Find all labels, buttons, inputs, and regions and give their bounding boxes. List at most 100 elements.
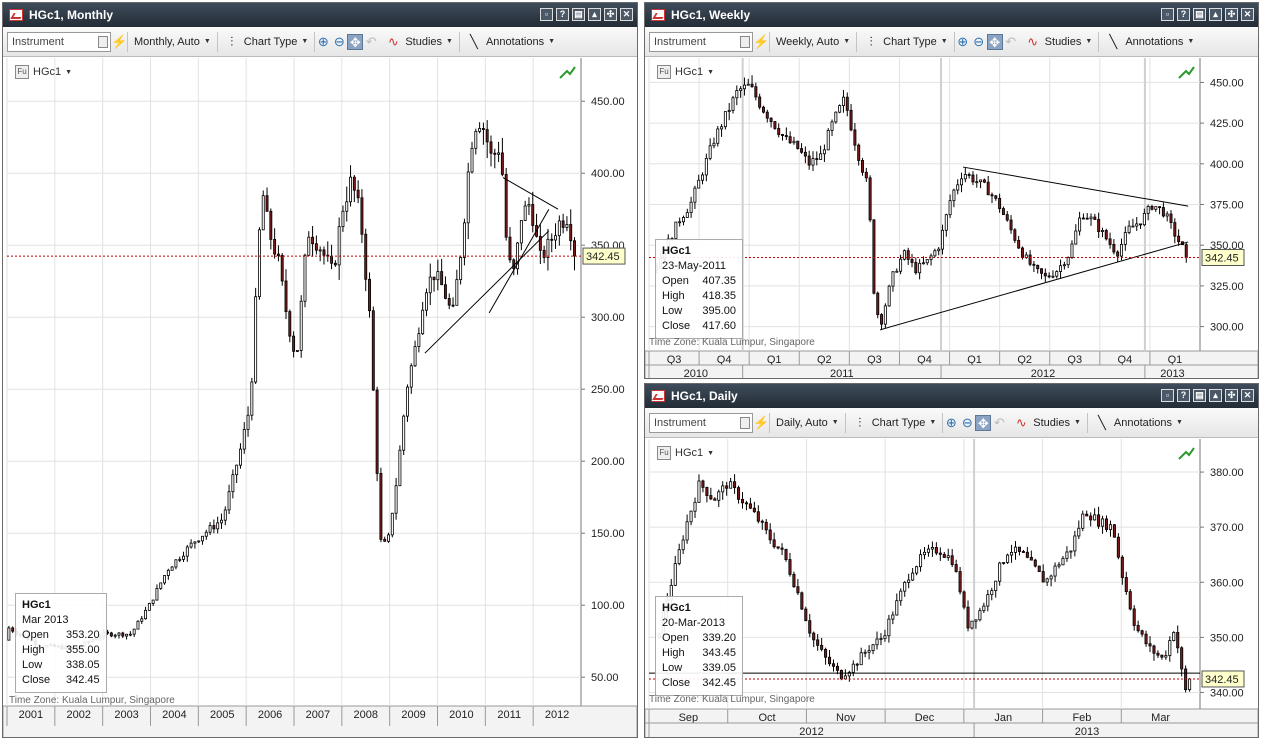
expand-icon[interactable]: ✣ [1225, 8, 1238, 21]
ohlc-info-box: HGc1 23-May-2011 Open 407.35 High 418.35 L… [655, 239, 743, 339]
studies-dropdown[interactable]: ∿ Studies ▼ [1007, 415, 1087, 431]
candle [744, 500, 748, 511]
tile-icon[interactable]: ▤ [1193, 389, 1206, 402]
candle-body [769, 117, 773, 122]
candle-body [1093, 514, 1097, 521]
candle-body [1161, 207, 1165, 217]
instrument-input[interactable]: Instrument [649, 412, 753, 433]
restore-icon[interactable]: ▫ [540, 8, 553, 21]
maximize-icon[interactable]: ▴ [1209, 389, 1222, 402]
interval-dropdown[interactable]: Weekly, Auto ▼ [770, 36, 856, 48]
pan-icon[interactable]: ✥ [347, 33, 364, 50]
candle [966, 600, 970, 632]
candle [792, 136, 796, 145]
annotations-dropdown[interactable]: ╲ Annotations ▼ [460, 34, 561, 50]
candle-body [804, 608, 808, 622]
candle-body [1065, 551, 1069, 559]
candle [299, 295, 303, 358]
chart-type-dropdown[interactable]: ⫶ Chart Type ▼ [218, 34, 315, 50]
candle [918, 258, 922, 280]
restore-icon[interactable]: ▫ [1161, 389, 1174, 402]
timezone-label: Time Zone: Kuala Lumpur, Singapore [9, 695, 175, 706]
pan-icon[interactable]: ✥ [975, 414, 992, 431]
tile-icon[interactable]: ▤ [1193, 8, 1206, 21]
link-tool-icon[interactable]: ⚡ [111, 34, 127, 50]
pan-icon[interactable]: ✥ [986, 33, 1003, 50]
candle [239, 443, 242, 469]
link-tool-icon[interactable]: ⚡ [753, 34, 769, 50]
zoom-in-icon[interactable]: ⊕ [943, 415, 959, 431]
candle [776, 546, 780, 550]
daily-title-bar[interactable]: HGc1, Daily ▫ ? ▤ ▴ ✣ ✕ [645, 384, 1258, 408]
expand-icon[interactable]: ✣ [1225, 389, 1238, 402]
zoom-out-icon[interactable]: ⊖ [959, 415, 975, 431]
candle [1165, 211, 1169, 222]
x-tick-label: Q1 [767, 354, 782, 366]
candle [946, 548, 950, 561]
instrument-input[interactable]: Instrument [649, 31, 753, 52]
instrument-picker-icon[interactable] [740, 35, 750, 48]
candle-body [1142, 213, 1146, 226]
weekly-title-bar[interactable]: HGc1, Weekly ▫ ? ▤ ▴ ✣ ✕ [645, 3, 1258, 27]
interval-dropdown[interactable]: Monthly, Auto ▼ [128, 36, 217, 48]
candle [1040, 268, 1043, 280]
x-tick-label: 2010 [449, 709, 473, 721]
zoom-out-icon[interactable]: ⊖ [331, 34, 347, 50]
maximize-icon[interactable]: ▴ [588, 8, 601, 21]
restore-icon[interactable]: ▫ [1161, 8, 1174, 21]
candle [1055, 270, 1059, 279]
close-icon[interactable]: ✕ [1241, 389, 1254, 402]
instrument-picker-icon[interactable] [98, 35, 108, 48]
studies-dropdown[interactable]: ∿ Studies ▼ [1019, 34, 1099, 50]
interval-dropdown[interactable]: Daily, Auto ▼ [770, 417, 845, 429]
candle-body [857, 144, 861, 161]
candle [1085, 510, 1089, 517]
candle-body [1057, 564, 1061, 567]
link-tool-icon[interactable]: ⚡ [753, 415, 769, 431]
candle-body [1043, 272, 1047, 277]
candle-body [1006, 554, 1010, 563]
candle-body [958, 571, 962, 593]
instrument-badge[interactable]: Fu HGc1 ▼ [657, 446, 714, 460]
annotations-dropdown[interactable]: ╲ Annotations ▼ [1088, 415, 1189, 431]
candle-body [519, 220, 523, 244]
candle-body [1152, 645, 1156, 654]
candle-body [868, 177, 872, 221]
candle [731, 95, 735, 114]
annotations-dropdown[interactable]: ╲ Annotations ▼ [1099, 34, 1200, 50]
undo-icon[interactable]: ↶ [991, 415, 1007, 431]
close-icon[interactable]: ✕ [1241, 8, 1254, 21]
candle [1140, 629, 1144, 637]
candle-body [1097, 514, 1101, 527]
expand-icon[interactable]: ✣ [604, 8, 617, 21]
candle [136, 620, 140, 630]
candle-body [121, 632, 125, 637]
instrument-badge[interactable]: Fu HGc1 ▼ [657, 65, 714, 79]
close-icon[interactable]: ✕ [620, 8, 633, 21]
candle [956, 179, 960, 195]
undo-icon[interactable]: ↶ [363, 34, 379, 50]
instrument-picker-icon[interactable] [740, 416, 750, 429]
chart-type-dropdown[interactable]: ⫶ Chart Type ▼ [846, 415, 943, 431]
studies-dropdown[interactable]: ∿ Studies ▼ [379, 34, 459, 50]
help-icon[interactable]: ? [556, 8, 569, 21]
chart-type-dropdown[interactable]: ⫶ Chart Type ▼ [857, 34, 954, 50]
tile-icon[interactable]: ▤ [572, 8, 585, 21]
undo-icon[interactable]: ↶ [1003, 34, 1019, 50]
candle [1066, 256, 1070, 269]
instrument-badge[interactable]: Fu HGc1 ▼ [15, 65, 72, 79]
monthly-title-bar[interactable]: HGc1, Monthly ▫ ? ▤ ▴ ✣ ✕ [3, 3, 637, 27]
zoom-in-icon[interactable]: ⊕ [315, 34, 331, 50]
help-icon[interactable]: ? [1177, 389, 1190, 402]
candle-body [109, 632, 113, 637]
candle [1108, 520, 1112, 537]
help-icon[interactable]: ? [1177, 8, 1190, 21]
candle-body [1062, 264, 1066, 267]
maximize-icon[interactable]: ▴ [1209, 8, 1222, 21]
candle-body [841, 96, 845, 106]
candle-body [352, 176, 356, 191]
zoom-in-icon[interactable]: ⊕ [955, 34, 971, 50]
instrument-input[interactable]: Instrument [7, 31, 111, 52]
candle [800, 143, 804, 154]
zoom-out-icon[interactable]: ⊖ [971, 34, 987, 50]
